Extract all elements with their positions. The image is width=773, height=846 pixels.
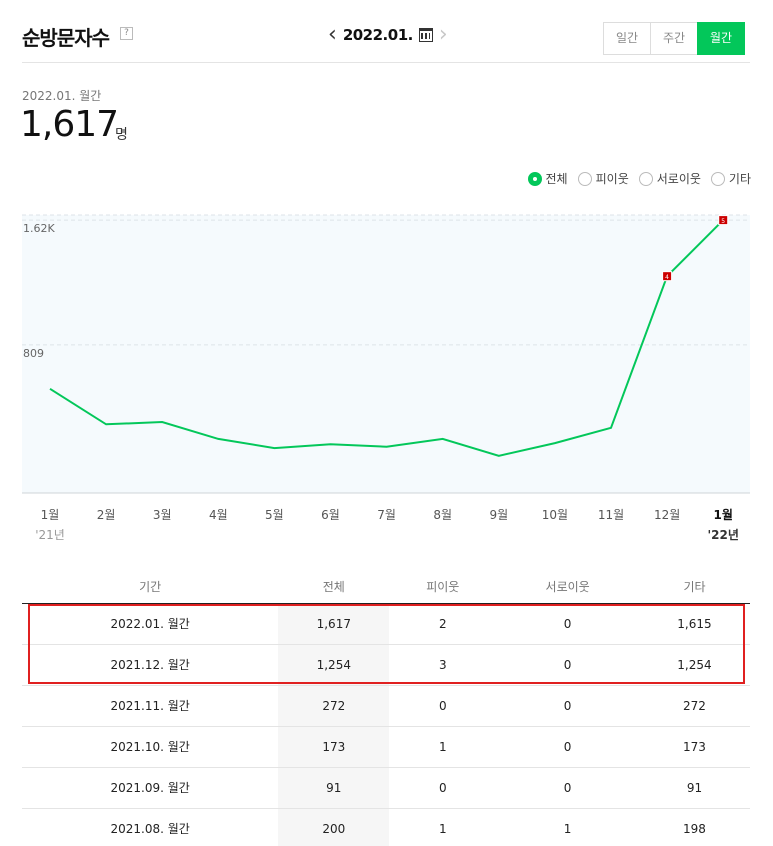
x-tick-label: 11월 xyxy=(598,508,624,522)
summary-unit: 명 xyxy=(115,127,128,143)
x-tick-label: 4월 xyxy=(209,508,228,522)
x-tick-label: 1월 xyxy=(714,507,733,522)
cell-total: 272 xyxy=(278,685,390,727)
cell-neighbor: 0 xyxy=(389,685,497,727)
cell-mutual: 0 xyxy=(496,767,639,809)
cell-period: 2021.09. 월간 xyxy=(22,767,279,809)
radio-icon[interactable] xyxy=(577,171,592,186)
col-other: 기타 xyxy=(638,570,750,604)
current-date: 2022.01. xyxy=(342,26,414,44)
table-row: 2022.01. 월간 1,617 2 0 1,615 xyxy=(22,603,750,645)
plot-area xyxy=(22,215,750,493)
table-row: 2021.10. 월간 173 1 0 173 xyxy=(22,726,750,768)
cell-total: 173 xyxy=(278,726,390,768)
x-year-label: '22년 xyxy=(707,528,738,542)
filter-mutual-label: 서로이웃 xyxy=(656,172,701,186)
col-period: 기간 xyxy=(22,570,279,604)
filter-other-label: 기타 xyxy=(728,172,751,186)
x-tick-label: 3월 xyxy=(153,508,172,522)
x-tick-label: 7월 xyxy=(377,508,396,522)
visitor-type-filter: 전체 피이웃 서로이웃 기타 xyxy=(527,170,751,187)
period-daily-button[interactable]: 일간 xyxy=(603,22,651,55)
filter-neighbor-label: 피이웃 xyxy=(595,172,629,186)
date-navigator: ‹ 2022.01. › xyxy=(328,22,448,48)
page-title: 순방문자수 xyxy=(22,26,110,50)
filter-all-label: 전체 xyxy=(545,172,568,186)
cell-period: 2021.08. 월간 xyxy=(22,808,279,846)
page-header: 순방문자수 ? ‹ 2022.01. › 일간 주간 월간 xyxy=(22,0,750,63)
table-row: 2021.09. 월간 91 0 0 91 xyxy=(22,767,750,809)
cell-other: 1,254 xyxy=(638,644,750,686)
stats-table: 기간 전체 피이웃 서로이웃 기타 2022.01. 월간 1,617 2 0 … xyxy=(22,570,750,846)
cell-other: 173 xyxy=(638,726,750,768)
chevron-right-icon[interactable]: › xyxy=(439,24,448,46)
cell-mutual: 0 xyxy=(496,644,639,686)
x-year-label: '21년 xyxy=(35,528,65,542)
table-header-row: 기간 전체 피이웃 서로이웃 기타 xyxy=(22,570,750,604)
chevron-left-icon[interactable]: ‹ xyxy=(328,24,337,46)
cell-other: 198 xyxy=(638,808,750,846)
cell-neighbor: 1 xyxy=(389,726,497,768)
summary-value: 1,617 xyxy=(20,104,119,145)
filter-neighbor[interactable]: 피이웃 xyxy=(577,170,629,187)
period-weekly-button[interactable]: 주간 xyxy=(650,22,698,55)
cell-neighbor: 2 xyxy=(389,603,497,645)
data-point-label: 5 xyxy=(721,218,725,225)
data-point-label: 4 xyxy=(665,274,669,281)
calendar-icon[interactable] xyxy=(418,28,433,42)
cell-mutual: 1 xyxy=(496,808,639,846)
col-neighbor: 피이웃 xyxy=(389,570,497,604)
table-row: 2021.08. 월간 200 1 1 198 xyxy=(22,808,750,846)
radio-selected-icon[interactable] xyxy=(527,171,542,186)
x-tick-label: 12월 xyxy=(654,508,680,522)
cell-total: 1,617 xyxy=(278,603,390,645)
x-tick-label: 5월 xyxy=(265,508,284,522)
cell-total: 1,254 xyxy=(278,644,390,686)
cell-neighbor: 0 xyxy=(389,767,497,809)
x-tick-label: 8월 xyxy=(433,508,452,522)
table-row: 2021.11. 월간 272 0 0 272 xyxy=(22,685,750,727)
table-row: 2021.12. 월간 1,254 3 0 1,254 xyxy=(22,644,750,686)
cell-neighbor: 3 xyxy=(389,644,497,686)
cell-total: 200 xyxy=(278,808,390,846)
visitor-line-chart: 1.62K 809 4 5 1월 '21년 2월 3월 4월 5월 6월 7월 8월 9월 10월 11월… xyxy=(22,214,750,542)
radio-icon[interactable] xyxy=(638,171,653,186)
col-total: 전체 xyxy=(278,570,390,604)
x-tick-label: 1월 xyxy=(41,508,60,522)
summary-label: 2022.01. 월간 xyxy=(22,89,102,103)
col-mutual: 서로이웃 xyxy=(496,570,639,604)
cell-mutual: 0 xyxy=(496,726,639,768)
filter-all[interactable]: 전체 xyxy=(527,170,568,187)
x-tick-label: 10월 xyxy=(542,508,568,522)
cell-mutual: 0 xyxy=(496,603,639,645)
cell-neighbor: 1 xyxy=(389,808,497,846)
cell-period: 2021.12. 월간 xyxy=(22,644,279,686)
cell-mutual: 0 xyxy=(496,685,639,727)
y-tick-label: 809 xyxy=(23,347,44,360)
y-tick-label: 1.62K xyxy=(23,222,55,235)
radio-icon[interactable] xyxy=(710,171,725,186)
x-tick-label: 9월 xyxy=(489,508,508,522)
period-monthly-button[interactable]: 월간 xyxy=(697,22,745,55)
cell-other: 1,615 xyxy=(638,603,750,645)
cell-total: 91 xyxy=(278,767,390,809)
cell-period: 2022.01. 월간 xyxy=(22,603,279,645)
cell-other: 91 xyxy=(638,767,750,809)
x-tick-label: 2월 xyxy=(97,508,116,522)
period-toggle: 일간 주간 월간 xyxy=(603,22,745,55)
cell-period: 2021.10. 월간 xyxy=(22,726,279,768)
help-icon[interactable]: ? xyxy=(120,27,133,40)
cell-period: 2021.11. 월간 xyxy=(22,685,279,727)
filter-mutual[interactable]: 서로이웃 xyxy=(638,170,701,187)
cell-other: 272 xyxy=(638,685,750,727)
filter-other[interactable]: 기타 xyxy=(710,170,751,187)
x-tick-label: 6월 xyxy=(321,508,340,522)
